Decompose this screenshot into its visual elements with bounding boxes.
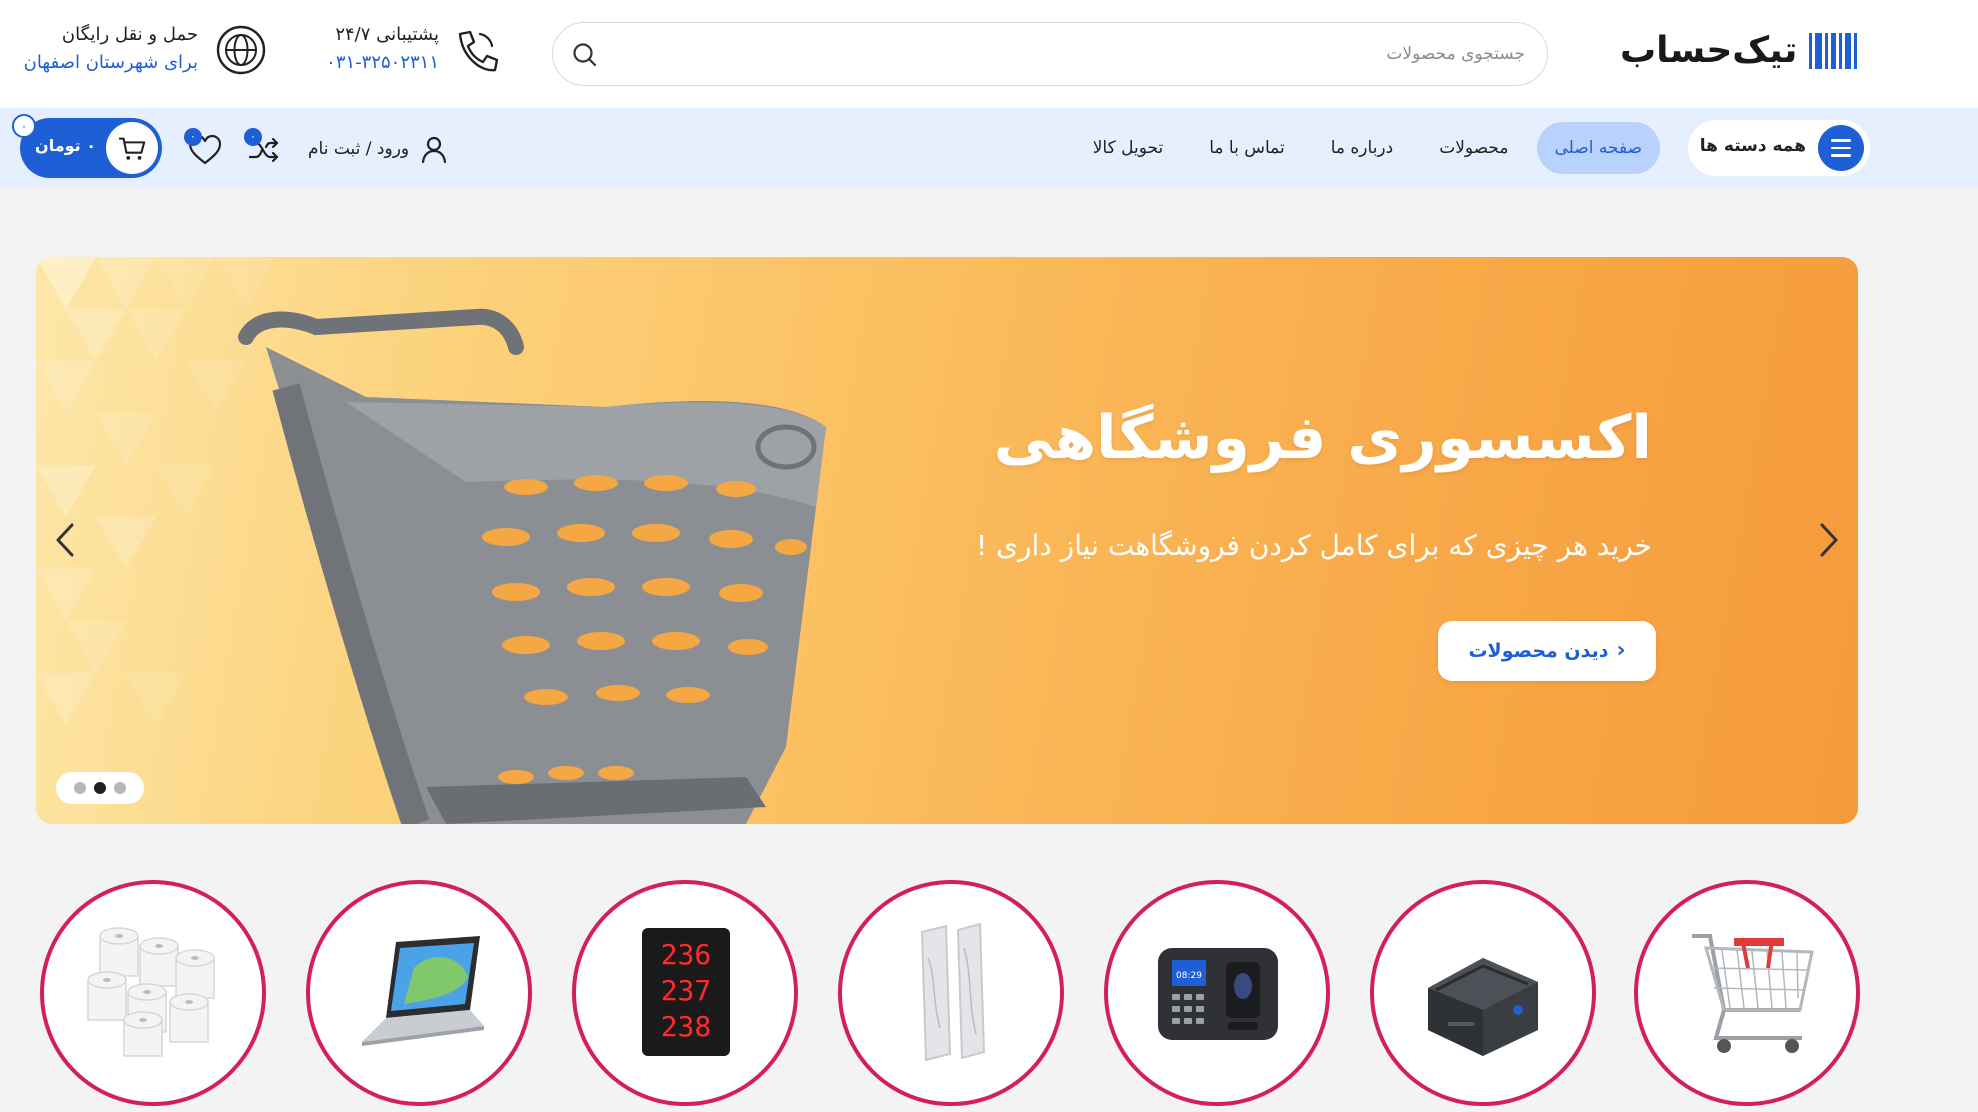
shopping-cart-icon — [118, 137, 146, 160]
slider-dot-3[interactable] — [114, 782, 126, 794]
hero-slider: اکسسوری فروشگاهی خرید هر چیزی که برای کا… — [36, 257, 1858, 824]
queue-number-2: 237 — [661, 974, 712, 1007]
queue-number-1: 236 — [661, 938, 712, 971]
fingerprint-attendance-icon: 08:29 — [1158, 948, 1278, 1040]
nav-delivery[interactable]: تحویل کالا — [1075, 122, 1181, 174]
slider-dot-2[interactable] — [94, 782, 106, 794]
nav-products[interactable]: محصولات — [1421, 122, 1526, 174]
laptop-icon — [362, 936, 484, 1046]
hero-title: اکسسوری فروشگاهی — [993, 403, 1652, 473]
search-bar — [552, 22, 1548, 86]
shipping-title: حمل و نقل رایگان — [61, 24, 198, 45]
shopping-cart-icon — [1692, 934, 1814, 1053]
paper-rolls-icon — [87, 927, 215, 1057]
hero-subtitle: خرید هر چیزی که برای کامل کردن فروشگاهت … — [975, 529, 1652, 562]
logo-text: تیک‌حساب — [1620, 30, 1798, 71]
cart-icon-wrap — [106, 122, 158, 174]
slider-dot-1[interactable] — [74, 782, 86, 794]
shopping-basket-cart-illustration — [238, 308, 826, 824]
nav-menu: صفحه اصلی محصولات درباره ما تماس با ما ت… — [1075, 122, 1660, 174]
globe-icon — [216, 25, 266, 75]
view-products-button[interactable]: ‹ دیدن محصولات — [1438, 621, 1656, 681]
wishlist-count-badge: ۰ — [184, 128, 202, 146]
svg-text:08:29: 08:29 — [1176, 971, 1202, 981]
queue-number-display-icon: 236 237 238 — [642, 928, 730, 1056]
slider-prev-arrow-icon[interactable] — [46, 513, 86, 567]
all-categories-label: همه دسته ها — [1699, 136, 1806, 156]
hamburger-menu-icon — [1818, 125, 1864, 171]
category-laptop[interactable] — [306, 880, 532, 1106]
category-thermal-paper[interactable] — [40, 880, 266, 1106]
cart-button[interactable]: ۰ تومان ۰ — [12, 114, 162, 178]
category-label-printer[interactable] — [1370, 880, 1596, 1106]
search-icon[interactable] — [571, 41, 599, 69]
search-input[interactable] — [645, 23, 1525, 85]
security-gate-antenna-icon — [920, 922, 986, 1062]
chevron-left-icon: ‹ — [1616, 638, 1626, 663]
nav-about[interactable]: درباره ما — [1313, 122, 1412, 174]
category-queue-display[interactable]: 236 237 238 — [572, 880, 798, 1106]
login-register-link[interactable]: ورود / ثبت نام — [308, 132, 449, 166]
all-categories-button[interactable]: همه دسته ها — [1688, 120, 1870, 176]
wishlist-button[interactable]: ۰ — [184, 128, 224, 168]
category-shopping-cart[interactable] — [1634, 880, 1860, 1106]
main-navbar: همه دسته ها صفحه اصلی محصولات درباره ما … — [0, 108, 1978, 188]
compare-button[interactable]: ۰ — [244, 128, 282, 168]
slider-pagination — [56, 772, 144, 804]
nav-home[interactable]: صفحه اصلی — [1536, 122, 1660, 174]
compare-count-badge: ۰ — [244, 128, 262, 146]
category-security-gate[interactable] — [838, 880, 1064, 1106]
user-icon — [422, 136, 447, 164]
cart-total-price: ۰ تومان — [35, 136, 96, 155]
login-label: ورود / ثبت نام — [308, 139, 410, 159]
free-shipping-info: حمل و نقل رایگان برای شهرستان اصفهان — [10, 20, 270, 80]
support-info[interactable]: پشتیبانی ۲۴/۷ ۰۳۱-۳۲۵۰۲۳۱۱ — [300, 20, 505, 80]
label-printer-icon — [1428, 958, 1538, 1056]
category-attendance-device[interactable]: 08:29 — [1104, 880, 1330, 1106]
nav-contact[interactable]: تماس با ما — [1191, 122, 1303, 174]
cart-count-badge: ۰ — [12, 114, 36, 138]
barcode-logo-icon — [1809, 32, 1858, 69]
support-phone-icon — [458, 30, 499, 72]
site-logo[interactable]: تیک‌حساب — [1620, 30, 1858, 71]
top-header: تیک‌حساب پشتیبانی ۲۴/۷ ۰۳۱-۳۲۵۰۲۳۱۱ حمل … — [0, 0, 1978, 108]
queue-number-3: 238 — [661, 1010, 712, 1043]
support-title: پشتیبانی ۲۴/۷ — [335, 24, 439, 45]
support-phone[interactable]: ۰۳۱-۳۲۵۰۲۳۱۱ — [326, 52, 439, 73]
view-products-label: دیدن محصولات — [1468, 640, 1609, 662]
shipping-subtitle: برای شهرستان اصفهان — [23, 52, 198, 73]
slider-next-arrow-icon[interactable] — [1808, 513, 1848, 567]
